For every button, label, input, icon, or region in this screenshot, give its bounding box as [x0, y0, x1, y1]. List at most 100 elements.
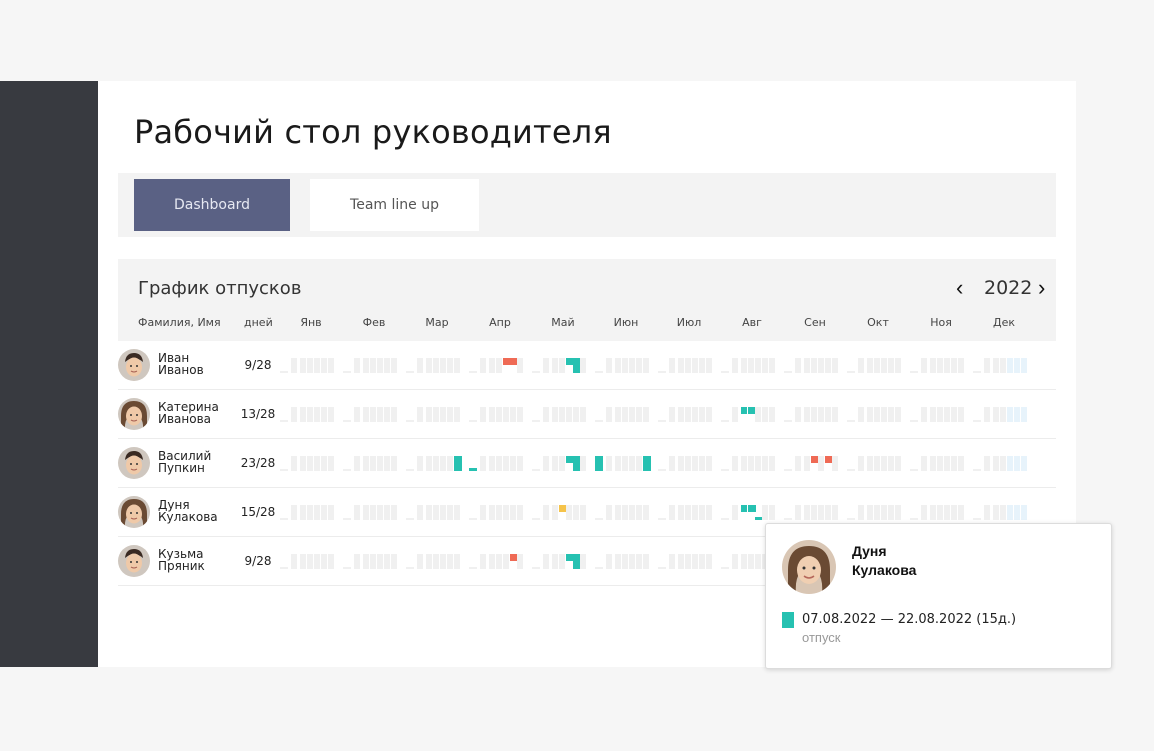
employee-name[interactable]: Иван Иванов [158, 352, 204, 376]
month-week-cells [847, 357, 901, 373]
employee-name[interactable]: Василий Пупкин [158, 450, 211, 474]
week-cell [1014, 456, 1020, 471]
week-cell [669, 407, 675, 422]
week-cell [685, 554, 691, 569]
week-cell [888, 358, 894, 373]
week-cell [559, 456, 565, 471]
week-cell [606, 456, 612, 471]
week-cell [433, 554, 439, 569]
week-cell [384, 358, 390, 373]
vacation-legend-marker [782, 612, 794, 628]
week-cell [363, 358, 369, 373]
month-week-cells [469, 406, 523, 422]
week-cell [321, 358, 327, 373]
week-cell [825, 505, 831, 520]
week-cell [629, 407, 635, 422]
avatar [118, 447, 150, 479]
tab-team-line-up[interactable]: Team line up [310, 179, 479, 231]
week-cell [354, 505, 360, 520]
month-week-cells [784, 357, 838, 373]
month-week-cells [847, 455, 901, 471]
week-cell [699, 358, 705, 373]
employee-tooltip: Дуня Кулакова 07.08.2022 — 22.08.2022 (1… [765, 523, 1112, 669]
vacation-bar[interactable] [643, 456, 651, 471]
vacation-bar[interactable] [469, 468, 477, 471]
tooltip-name: Дуня Кулакова [852, 542, 916, 580]
week-cell [692, 358, 698, 373]
week-cell [973, 518, 981, 520]
tab-dashboard[interactable]: Dashboard [134, 179, 290, 231]
week-cell [440, 505, 446, 520]
week-cell [552, 407, 558, 422]
week-cell [937, 456, 943, 471]
month-week-cells [784, 504, 838, 520]
week-cell [280, 420, 288, 422]
vacation-bar[interactable] [741, 407, 747, 414]
month-week-cells [532, 357, 586, 373]
month-week-cells [721, 455, 775, 471]
week-cell [291, 407, 297, 422]
month-week-cells [721, 553, 775, 569]
week-cell [321, 505, 327, 520]
week-cell [328, 554, 334, 569]
week-cell [921, 505, 927, 520]
week-cell [721, 420, 729, 422]
month-week-cells [658, 357, 712, 373]
week-cell [426, 456, 432, 471]
week-cell [417, 456, 423, 471]
next-year-chevron-right-icon[interactable]: › [1038, 277, 1045, 299]
avatar [118, 496, 150, 528]
days-used: 23/28 [240, 456, 276, 470]
week-cell [321, 554, 327, 569]
week-cell [300, 554, 306, 569]
week-cell [1014, 505, 1020, 520]
employee-name[interactable]: Дуня Кулакова [158, 499, 218, 523]
week-cell [328, 358, 334, 373]
month-week-cells [721, 504, 775, 520]
week-cell [643, 554, 649, 569]
week-cell [384, 554, 390, 569]
employee-name[interactable]: Кузьма Пряник [158, 548, 205, 572]
week-cell [532, 420, 540, 422]
vacation-bar[interactable] [595, 456, 603, 471]
week-cell [426, 554, 432, 569]
week-cell [832, 456, 838, 471]
week-cell [622, 456, 628, 471]
table-row[interactable]: Василий Пупкин 23/28 [118, 439, 1056, 488]
table-row[interactable]: Иван Иванов 9/28 [118, 341, 1056, 390]
week-cell [721, 469, 729, 471]
week-cell [363, 505, 369, 520]
employee-name[interactable]: Катерина Иванова [158, 401, 219, 425]
week-cell [1021, 407, 1027, 422]
week-cell [748, 358, 754, 373]
week-cell [755, 554, 761, 569]
week-cell [658, 371, 666, 373]
prev-year-chevron-left-icon[interactable]: ‹ [956, 277, 963, 299]
week-cell [706, 554, 712, 569]
vacation-bar[interactable] [748, 505, 756, 512]
week-cell [678, 358, 684, 373]
week-cell [658, 518, 666, 520]
week-cell [343, 420, 351, 422]
week-cell [629, 358, 635, 373]
week-cell [944, 407, 950, 422]
week-cell [406, 371, 414, 373]
week-cell [580, 407, 586, 422]
week-cell [867, 407, 873, 422]
week-cell [958, 505, 964, 520]
month-week-cells [343, 357, 397, 373]
week-cell [1007, 456, 1013, 471]
week-cell [993, 505, 999, 520]
week-cell [858, 456, 864, 471]
table-row[interactable]: Катерина Иванова 13/28 [118, 390, 1056, 439]
vacation-bar[interactable] [741, 505, 747, 512]
week-cell [321, 407, 327, 422]
week-cell [699, 407, 705, 422]
vacation-bar[interactable] [454, 456, 462, 471]
schedule-title: График отпусков [138, 278, 302, 299]
month-header-9: Окт [867, 316, 889, 329]
week-cell [433, 358, 439, 373]
week-cell [615, 456, 621, 471]
week-cell [314, 505, 320, 520]
week-cell [692, 456, 698, 471]
